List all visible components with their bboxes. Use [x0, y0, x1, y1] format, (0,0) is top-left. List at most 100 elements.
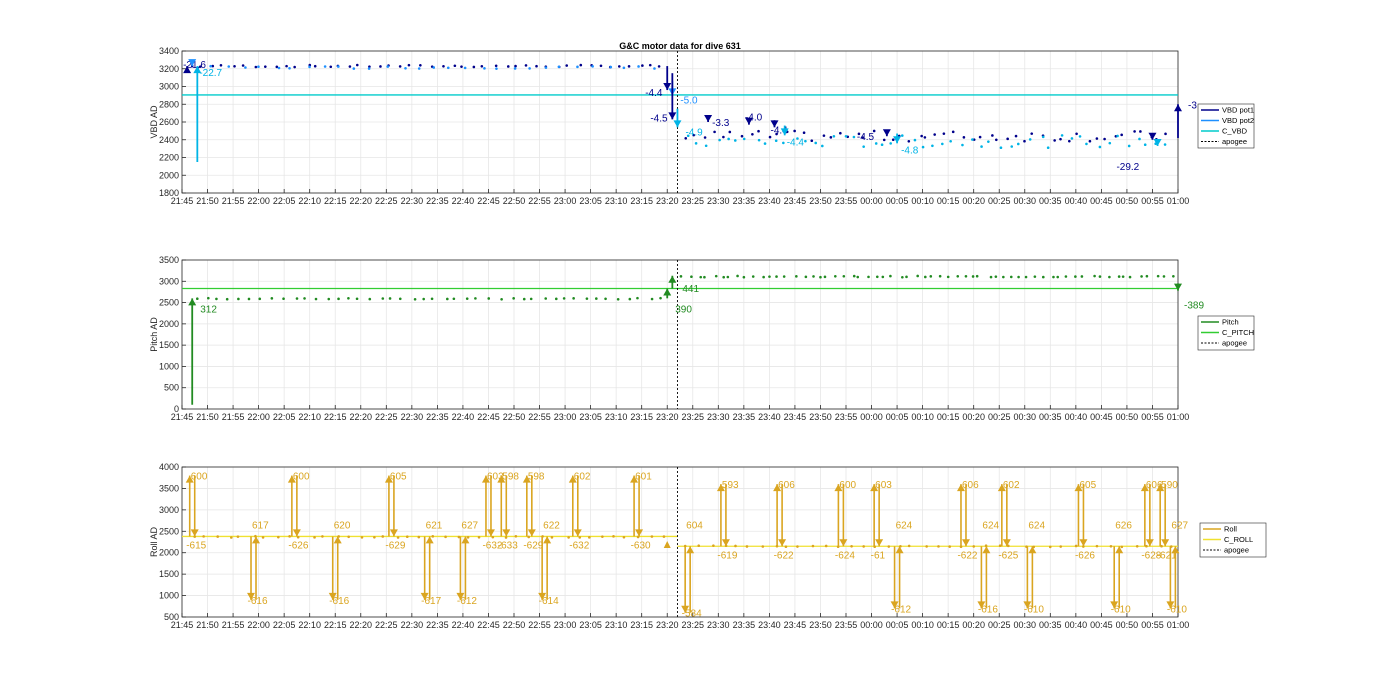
data-point — [373, 535, 376, 539]
data-point — [925, 545, 928, 548]
data-point — [444, 535, 447, 539]
data-label: -3 — [1188, 100, 1197, 111]
legend-entry: C_VBD — [1222, 127, 1248, 136]
data-point — [616, 297, 620, 301]
data-point — [850, 544, 853, 548]
data-point — [1030, 132, 1034, 135]
y-tick-label: 3000 — [159, 82, 179, 92]
motor-arrow: 312 — [188, 298, 217, 405]
x-tick-label: 23:50 — [809, 412, 832, 422]
data-point — [1116, 134, 1119, 138]
x-tick-label: 00:55 — [1141, 620, 1164, 630]
data-point — [257, 65, 260, 68]
x-tick-label: 21:50 — [196, 196, 219, 206]
data-label: -4.4 — [645, 88, 663, 99]
data-point — [474, 297, 477, 300]
x-tick-label: 23:55 — [835, 412, 858, 422]
data-point — [241, 64, 245, 67]
data-point — [905, 275, 908, 279]
x-tick-label: 22:05 — [273, 196, 296, 206]
roll-spike: 626 -610 — [1110, 520, 1132, 615]
chart-panels: 18002000220024002600280030003200340021:4… — [149, 46, 1267, 630]
data-point — [704, 144, 708, 148]
dot-series — [686, 134, 1167, 150]
x-tick-label: 22:40 — [452, 196, 475, 206]
data-point — [712, 544, 715, 547]
data-point — [323, 65, 327, 68]
x-tick-label: 00:10 — [911, 412, 934, 422]
x-tick-label: 00:00 — [860, 620, 883, 630]
spike-bottom-label: -610 — [1111, 604, 1131, 615]
x-tick-label: 22:15 — [324, 620, 347, 630]
x-tick-label: 21:50 — [196, 412, 219, 422]
data-point — [802, 131, 806, 134]
data-point — [308, 65, 311, 69]
data-point — [202, 535, 205, 538]
data-point — [419, 63, 422, 67]
data-point — [1108, 141, 1112, 145]
data-point — [938, 274, 942, 278]
data-label: -4.5 — [857, 132, 875, 143]
marker-triangle — [663, 541, 671, 548]
data-point — [215, 297, 218, 301]
data-point — [852, 135, 856, 139]
x-tick-label: 00:50 — [1116, 196, 1139, 206]
data-point — [971, 275, 975, 278]
data-point — [971, 138, 974, 141]
data-point — [463, 66, 467, 70]
data-point — [839, 131, 842, 135]
data-point — [832, 134, 836, 138]
x-tick-label: 00:15 — [937, 196, 960, 206]
legend-entry: C_ROLL — [1224, 535, 1253, 544]
spike-top-label: 600 — [293, 472, 310, 483]
y-tick-label: 1500 — [159, 340, 179, 350]
y-tick-label: 2800 — [159, 99, 179, 109]
spike-top-label: 602 — [574, 472, 591, 483]
data-point — [834, 274, 837, 278]
x-tick-label: 23:40 — [758, 620, 781, 630]
x-tick-label: 22:00 — [247, 196, 270, 206]
spike-bottom-label: -617 — [421, 596, 441, 607]
x-tick-label: 23:40 — [758, 412, 781, 422]
data-point — [591, 65, 594, 68]
data-point — [796, 545, 799, 548]
y-tick-label: 4000 — [159, 462, 179, 472]
data-point — [1098, 275, 1102, 278]
legend-entry: C_PITCH — [1222, 328, 1254, 337]
x-tick-labels: 21:45 21:50 21:55 22:00 22:05 22:10 22:15 22:20… — [171, 405, 1189, 422]
x-tick-label: 22:25 — [375, 412, 398, 422]
data-point — [1041, 275, 1045, 279]
data-point — [1009, 275, 1013, 279]
data-point — [690, 275, 693, 279]
data-point — [352, 67, 356, 70]
axes-box — [181, 259, 1179, 410]
spike-bottom-label: -622 — [957, 550, 977, 561]
data-point — [413, 297, 417, 301]
data-point — [1064, 275, 1068, 278]
legend-entry: Roll — [1224, 525, 1237, 534]
data-point — [804, 275, 808, 279]
data-point — [978, 135, 982, 139]
roll-spike: 602 -632 — [568, 472, 591, 551]
data-point — [1074, 275, 1077, 278]
data-point — [460, 65, 463, 68]
data-point — [254, 65, 258, 69]
y-tick-label: 2200 — [159, 153, 179, 163]
x-tick-label: 23:25 — [682, 412, 705, 422]
data-point — [487, 297, 491, 300]
x-tick-labels: 21:45 21:50 21:55 22:00 22:05 22:10 22:15 22:20… — [171, 189, 1189, 206]
y-tick-label: 3000 — [159, 505, 179, 515]
x-tick-label: 22:50 — [503, 620, 526, 630]
data-point — [1120, 133, 1123, 137]
spike-top-label: 624 — [1028, 520, 1045, 531]
spike-head-back — [875, 539, 884, 547]
x-tick-label: 21:45 — [171, 196, 194, 206]
data-point — [601, 535, 604, 538]
arrow-head — [668, 112, 677, 120]
data-point — [329, 65, 333, 69]
spike-head-back — [190, 529, 199, 537]
roll-spike: 617 -616 — [247, 520, 269, 607]
motor-arrow: -4.5 — [857, 129, 891, 143]
spike-top-label: 590 — [1161, 480, 1178, 491]
data-point — [405, 535, 409, 539]
